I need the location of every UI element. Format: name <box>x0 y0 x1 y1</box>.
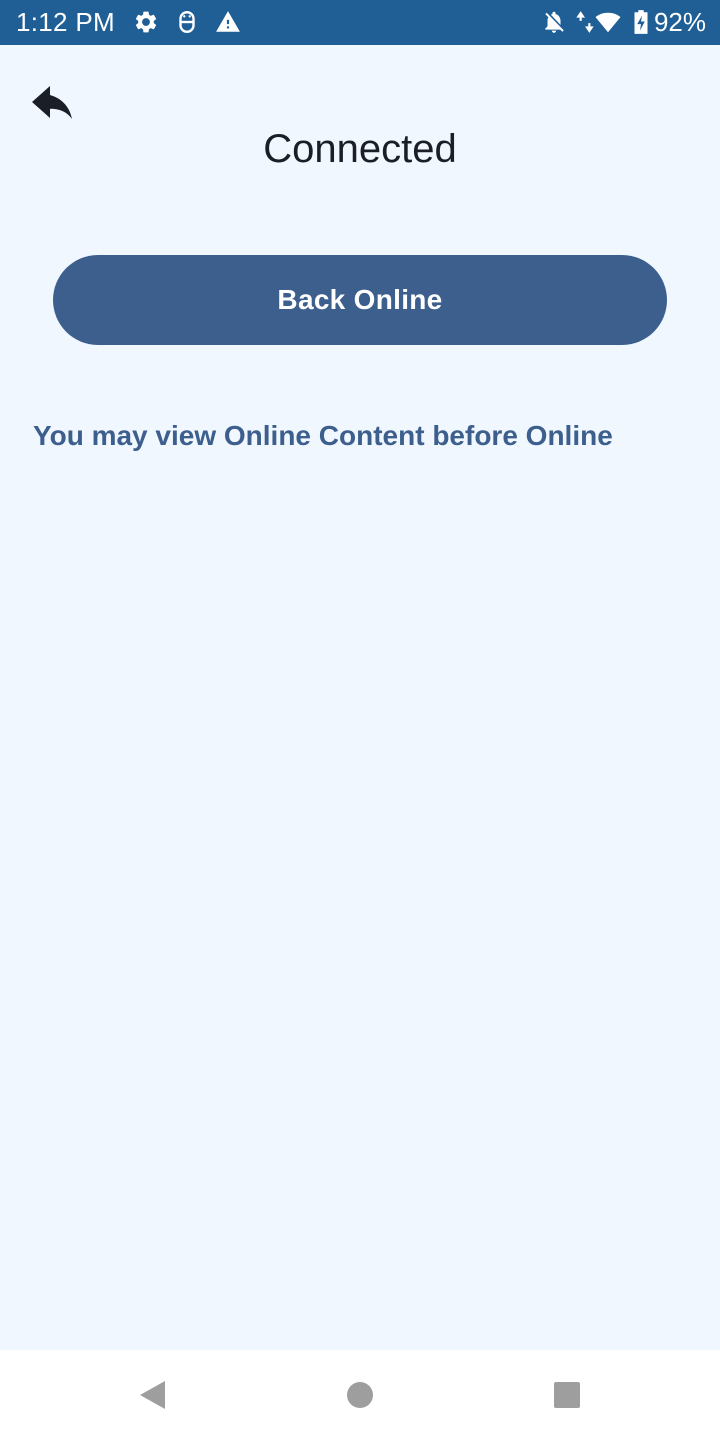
data-arrows-icon <box>576 11 594 33</box>
reply-arrow-icon[interactable] <box>30 86 78 126</box>
status-time: 1:12 PM <box>16 7 115 37</box>
info-text: You may view Online Content before Onlin… <box>33 420 613 451</box>
usb-debug-icon <box>179 11 195 33</box>
status-bar: 1:12 PM 92% <box>0 0 720 45</box>
gear-icon <box>135 11 157 33</box>
battery-percent: 92% <box>653 7 706 37</box>
navigation-bar <box>0 1350 720 1440</box>
back-online-button[interactable]: Back Online <box>53 255 667 345</box>
nav-recents-icon[interactable] <box>542 1370 592 1420</box>
nav-back-icon[interactable] <box>127 1370 177 1420</box>
page-title: Connected <box>263 127 457 171</box>
battery-charging-icon <box>634 10 648 34</box>
nav-home-icon[interactable] <box>335 1370 385 1420</box>
notifications-off-icon <box>545 11 564 33</box>
warning-icon <box>216 11 240 32</box>
wifi-icon <box>595 12 621 33</box>
